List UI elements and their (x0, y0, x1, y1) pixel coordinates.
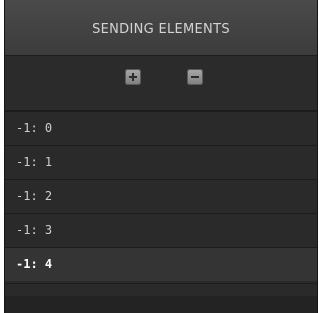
list-item[interactable]: -1: 3 (5, 213, 317, 247)
toolbar (5, 56, 317, 111)
remove-element-button[interactable] (187, 69, 203, 85)
plus-icon (129, 73, 137, 81)
list-item[interactable]: -1: 2 (5, 179, 317, 213)
list-item[interactable]: -1: 0 (5, 111, 317, 145)
list-item[interactable]: -1: 1 (5, 145, 317, 179)
panel-title: SENDING ELEMENTS (92, 22, 230, 37)
list-item-selected[interactable]: -1: 4 (5, 247, 317, 281)
panel-header: SENDING ELEMENTS (5, 0, 317, 56)
minus-icon (191, 76, 199, 78)
sending-elements-panel: SENDING ELEMENTS -1: 0 -1: 1 -1: 2 -1: 3… (4, 0, 318, 313)
panel-footer (5, 296, 317, 313)
list-divider (5, 283, 317, 297)
add-element-button[interactable] (125, 69, 141, 85)
